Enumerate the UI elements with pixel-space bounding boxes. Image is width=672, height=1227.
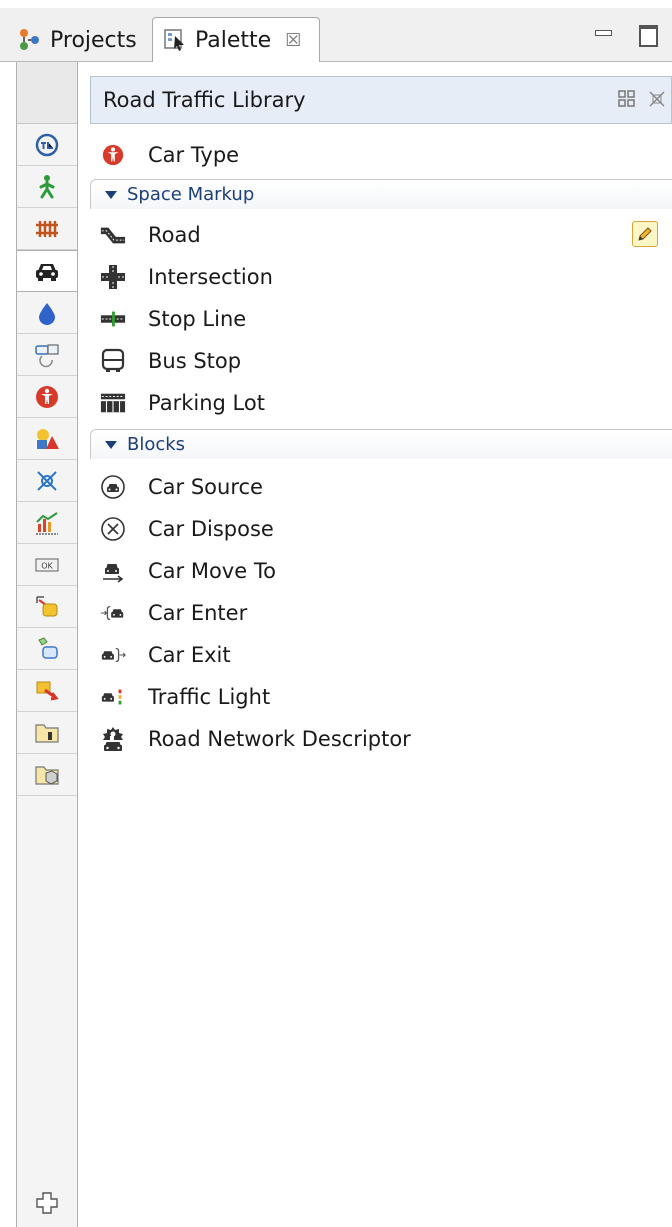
palette-item-parking-lot[interactable]: Parking Lot [100, 383, 670, 423]
palette-item-label: Car Enter [148, 601, 248, 625]
tab-palette-label: Palette [195, 27, 272, 53]
stop-line-icon [100, 306, 126, 332]
palette-item-label: Car Source [148, 475, 263, 499]
palette-item-car-source[interactable]: Car Source [100, 467, 670, 507]
palette-item-label: Bus Stop [148, 349, 242, 373]
header-controls [617, 89, 667, 114]
pictures-icon[interactable] [17, 586, 77, 628]
palette-item-stop-line[interactable]: Stop Line [100, 299, 670, 339]
section-blocks[interactable]: Blocks [90, 429, 672, 459]
rail-icon[interactable] [17, 208, 77, 250]
expand-triangle-icon [105, 190, 117, 199]
presentation-icon[interactable] [17, 418, 77, 460]
road-network-descriptor-icon [100, 726, 126, 752]
palette-item-label: Road [148, 223, 201, 247]
tab-projects-label: Projects [50, 27, 137, 53]
analysis-icon[interactable] [17, 502, 77, 544]
tab-palette[interactable]: Palette ☒ [152, 17, 320, 62]
palette-item-car-enter[interactable]: Car Enter [100, 593, 670, 633]
car-exit-icon [100, 642, 126, 668]
add-palette-icon[interactable] [17, 1180, 77, 1226]
car-enter-icon [100, 600, 126, 626]
palette-item-label: Road Network Descriptor [148, 727, 411, 751]
controls-icon[interactable]: OK [17, 544, 77, 586]
pedestrian-icon[interactable] [17, 166, 77, 208]
tab-projects[interactable]: Projects [10, 18, 150, 62]
palette-item-label: Car Dispose [148, 517, 274, 541]
fluid-icon[interactable] [17, 292, 77, 334]
palette-item-car-dispose[interactable]: Car Dispose [100, 509, 670, 549]
material-icon[interactable] [17, 334, 77, 376]
palette-category-rail: OK [16, 62, 78, 1227]
car-dispose-icon [100, 516, 126, 542]
car-source-icon [100, 474, 126, 500]
palette-item-label: Parking Lot [148, 391, 265, 415]
palette-item-bus-stop[interactable]: Bus Stop [100, 341, 670, 381]
palette-item-intersection[interactable]: Intersection [100, 257, 670, 297]
minimize-button[interactable] [592, 22, 614, 44]
palette-item-label: Car Exit [148, 643, 231, 667]
traffic-light-icon [100, 684, 126, 710]
3d-objects-icon[interactable] [17, 628, 77, 670]
grid-view-icon[interactable] [617, 89, 637, 114]
rail-header [17, 62, 77, 124]
section-title: Space Markup [127, 184, 255, 205]
view-tabbar: Projects Palette ☒ [0, 0, 672, 62]
road-icon [100, 222, 126, 248]
palette-item-traffic-light[interactable]: Traffic Light [100, 677, 670, 717]
palette-icon [163, 28, 187, 52]
connectivity-icon[interactable] [17, 460, 77, 502]
car-type-icon[interactable] [17, 376, 77, 418]
agent-icon[interactable] [17, 670, 77, 712]
palette-item-label: Stop Line [148, 307, 247, 331]
car-type-icon [100, 142, 126, 168]
palette-panel: Road Traffic Library Car Type Space Mark… [78, 62, 672, 1227]
parking-lot-icon [100, 390, 126, 416]
car-move-to-icon [100, 558, 126, 584]
palette-item-car-type[interactable]: Car Type [100, 135, 670, 175]
section-space-markup[interactable]: Space Markup [90, 179, 672, 209]
palette-item-label: Car Move To [148, 559, 276, 583]
palette-item-road[interactable]: Road [100, 215, 670, 255]
intersection-icon [100, 264, 126, 290]
palette-item-car-exit[interactable]: Car Exit [100, 635, 670, 675]
projects-icon [18, 28, 42, 52]
maximize-button[interactable] [636, 22, 658, 47]
palette-item-label: Car Type [148, 143, 240, 167]
folder-icon[interactable] [17, 712, 77, 754]
palette-item-label: Traffic Light [148, 685, 271, 709]
car-icon[interactable] [17, 250, 77, 292]
expand-triangle-icon [105, 440, 117, 449]
process-icon[interactable] [17, 124, 77, 166]
palette-item-road-network-descriptor[interactable]: Road Network Descriptor [100, 719, 670, 759]
close-icon[interactable] [647, 89, 667, 114]
library-title: Road Traffic Library [103, 88, 306, 112]
svg-text:OK: OK [41, 561, 53, 570]
library-header[interactable]: Road Traffic Library [90, 76, 672, 124]
close-icon[interactable]: ☒ [285, 30, 301, 51]
palette-item-label: Intersection [148, 265, 273, 289]
palette-item-car-move-to[interactable]: Car Move To [100, 551, 670, 591]
section-title: Blocks [127, 434, 186, 455]
folder-3d-icon[interactable] [17, 754, 77, 796]
pencil-icon[interactable] [632, 221, 658, 247]
bus-stop-icon [100, 348, 126, 374]
